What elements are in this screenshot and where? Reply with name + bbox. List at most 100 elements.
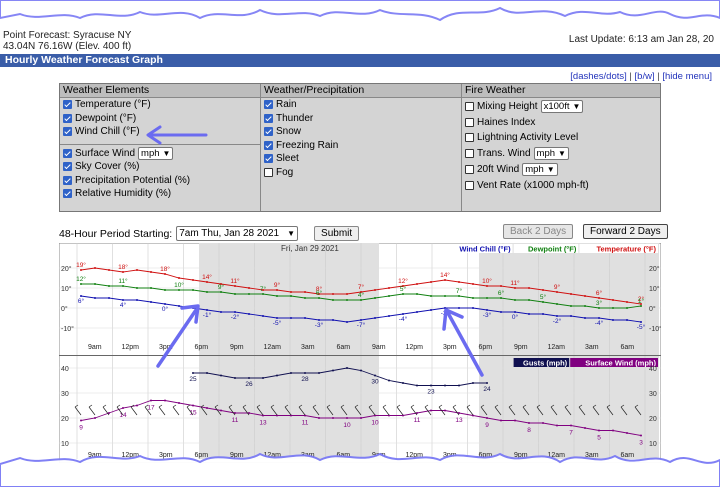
period-start-select[interactable]: 7am Thu, Jan 28 2021 ▼ [176, 226, 299, 241]
surface-wind-point [178, 402, 180, 404]
checkbox-icon[interactable] [465, 180, 474, 190]
dewpoint-point [458, 295, 460, 297]
gust-point [332, 369, 334, 372]
checkbox-icon[interactable] [264, 140, 273, 150]
surface-wind-label: 11 [414, 417, 421, 424]
legend-bottom: Surface Wind (mph) Gusts (mph) [513, 358, 658, 368]
surface-wind-label: 15 [189, 410, 197, 417]
forward-2-days-button[interactable]: Forward 2 Days [583, 224, 668, 239]
checkbox-icon[interactable] [264, 113, 273, 123]
checkbox-icon[interactable] [63, 175, 72, 185]
wind-chill-label: -2° [553, 317, 562, 325]
rain-option[interactable]: Rain [261, 98, 461, 112]
checkbox-icon[interactable] [465, 148, 474, 158]
temperature-point [248, 287, 250, 289]
temperature-point [206, 281, 208, 283]
checkbox-icon[interactable] [264, 167, 273, 177]
checkbox-icon[interactable] [63, 189, 72, 199]
hide-menu-link[interactable]: [hide menu] [662, 71, 712, 82]
vent-rate-option[interactable]: Vent Rate (x1000 mph-ft) [462, 177, 660, 193]
wind-chill-point [220, 311, 222, 313]
time-label: 6am [336, 344, 350, 351]
checkbox-icon[interactable] [63, 127, 72, 137]
wind-chill-label: -4° [595, 319, 604, 327]
trans-wind-unit-select[interactable]: mph ▼ [533, 146, 569, 160]
gust-point [346, 367, 348, 369]
dewpoint-point [584, 305, 586, 307]
options-panel: Weather Elements Temperature (°F) Dewpoi… [59, 83, 661, 212]
wind-chill-point [640, 321, 642, 323]
time-label: 9am [372, 344, 386, 351]
checkbox-icon[interactable] [63, 148, 72, 158]
checkbox-icon[interactable] [264, 127, 273, 137]
y-tick-label: 0° [61, 305, 68, 313]
gust-point [486, 382, 488, 384]
wind-chill-point [276, 317, 278, 319]
option-label: Lightning Activity Level [477, 132, 579, 143]
mixing-height-unit-select[interactable]: x100ft ▼ [540, 100, 584, 113]
option-label: Vent Rate (x1000 mph-ft) [477, 179, 589, 191]
rel-humidity-option[interactable]: Relative Humidity (%) [60, 187, 260, 201]
legend-top: Temperature (°F) Dewpoint (°F) Wind Chill … [438, 244, 658, 254]
y-tick-label: 20 [61, 416, 69, 423]
gust-label: 28 [301, 376, 309, 383]
snow-option[interactable]: Snow [261, 125, 461, 139]
temperature-option[interactable]: Temperature (°F) [60, 98, 260, 112]
checkbox-icon[interactable] [264, 100, 273, 110]
checkbox-icon[interactable] [63, 113, 72, 123]
temperature-point [486, 285, 488, 287]
submit-button[interactable]: Submit [314, 226, 360, 241]
sleet-option[interactable]: Sleet [261, 152, 461, 166]
surface-wind-unit-select[interactable]: mph ▼ [138, 146, 174, 160]
legend-entry: Surface Wind (mph) [585, 359, 656, 368]
wind-chill-point [598, 317, 600, 319]
checkbox-icon[interactable] [465, 118, 474, 127]
wind-20ft-option[interactable]: 20ft Wind mph ▼ [462, 161, 660, 177]
haines-option[interactable]: Haines Index [462, 115, 660, 130]
option-label: Precipitation Potential (%) [75, 174, 191, 186]
temperature-point [612, 299, 614, 301]
sky-cover-option[interactable]: Sky Cover (%) [60, 160, 260, 174]
back-2-days-button[interactable]: Back 2 Days [503, 224, 574, 239]
option-label: Fog [276, 166, 294, 178]
surface-wind-point [206, 407, 208, 409]
dashes-dots-link[interactable]: [dashes/dots] [570, 71, 627, 82]
temperature-point [556, 291, 558, 293]
checkbox-icon[interactable] [63, 100, 72, 110]
trans-wind-option[interactable]: Trans. Wind mph ▼ [462, 145, 660, 161]
dewpoint-option[interactable]: Dewpoint (°F) [60, 112, 260, 126]
legend-entry: Wind Chill (°F) [459, 245, 511, 254]
weather-elements-column: Weather Elements Temperature (°F) Dewpoi… [60, 84, 261, 211]
dewpoint-point [556, 303, 558, 305]
y-tick-label: 10° [61, 285, 72, 293]
surface-wind-point [220, 409, 222, 412]
wind-chill-label: 4° [120, 301, 127, 309]
wind-chill-point [542, 313, 544, 315]
fog-option[interactable]: Fog [261, 166, 461, 180]
select-value: mph [536, 147, 556, 159]
dewpoint-point [444, 295, 446, 297]
checkbox-icon[interactable] [465, 164, 474, 174]
wind-20ft-unit-select[interactable]: mph ▼ [522, 162, 558, 176]
checkbox-icon[interactable] [465, 133, 474, 142]
bw-link[interactable]: [b/w] [635, 71, 655, 82]
wind-chill-point [80, 295, 82, 297]
bottom-redaction [0, 452, 720, 487]
freezing-rain-option[interactable]: Freezing Rain [261, 139, 461, 153]
gust-point [444, 384, 446, 387]
gust-point [388, 379, 390, 382]
checkbox-icon[interactable] [465, 102, 474, 111]
dewpoint-label: 12° [76, 275, 86, 283]
temperature-point [304, 291, 306, 293]
option-label: 20ft Wind [477, 163, 520, 175]
checkbox-icon[interactable] [264, 154, 273, 164]
thunder-option[interactable]: Thunder [261, 112, 461, 126]
checkbox-icon[interactable] [63, 162, 72, 172]
precip-potential-option[interactable]: Precipitation Potential (%) [60, 174, 260, 188]
lightning-option[interactable]: Lightning Activity Level [462, 130, 660, 145]
mixing-height-option[interactable]: Mixing Height x100ft ▼ [462, 98, 660, 115]
y-tick-label: 20° [61, 265, 72, 273]
surface-wind-option[interactable]: Surface Wind mph ▼ [60, 146, 260, 161]
temperature-point [234, 285, 236, 287]
gust-point [304, 372, 306, 374]
